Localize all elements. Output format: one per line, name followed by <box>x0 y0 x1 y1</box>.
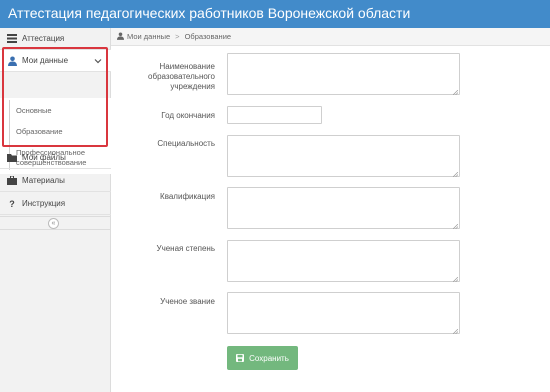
degree-label: Ученая степень <box>156 244 215 253</box>
breadcrumb-item-my-data[interactable]: Мои данные <box>127 32 170 41</box>
institution-label-line1: Наименование <box>159 62 215 71</box>
briefcase-icon <box>7 176 17 186</box>
sidebar-item-my-files[interactable]: Мои файлы <box>0 147 111 169</box>
folder-icon <box>7 153 17 163</box>
app-title: Аттестация педагогических работников Вор… <box>8 5 411 21</box>
sidebar-item-label: Мои файлы <box>22 153 66 162</box>
resize-grip-icon[interactable] <box>452 327 459 335</box>
sidebar-item-materials[interactable]: Материалы <box>0 170 111 192</box>
question-icon: ? <box>9 198 15 209</box>
year-label: Год окончания <box>161 111 215 120</box>
save-button[interactable]: Сохранить <box>227 346 298 370</box>
breadcrumb: Мои данные > Образование <box>111 28 550 46</box>
resize-grip-icon[interactable] <box>452 88 459 96</box>
sidebar-item-label: Аттестация <box>22 34 65 43</box>
resize-grip-icon[interactable] <box>452 222 459 230</box>
specialty-field[interactable] <box>227 135 460 178</box>
institution-label-line2: образовательного <box>148 72 215 81</box>
top-bar: Аттестация педагогических работников Вор… <box>0 0 550 28</box>
breadcrumb-item-education: Образование <box>184 32 232 41</box>
qualification-field[interactable] <box>227 187 460 230</box>
floppy-disk-icon <box>236 354 245 362</box>
institution-field[interactable] <box>227 53 460 96</box>
year-field[interactable] <box>227 106 322 124</box>
save-button-label: Сохранить <box>249 353 289 363</box>
sidebar-collapse-bar: « <box>0 216 111 230</box>
breadcrumb-separator: > <box>175 32 180 41</box>
degree-field[interactable] <box>227 240 460 283</box>
resize-grip-icon[interactable] <box>452 275 459 283</box>
sidebar-item-label: Инструкция <box>22 199 66 208</box>
collapse-sidebar-button[interactable]: « <box>48 218 59 229</box>
user-icon <box>117 32 124 42</box>
specialty-label: Специальность <box>157 139 215 148</box>
resize-grip-icon[interactable] <box>452 170 459 178</box>
server-icon <box>7 34 17 44</box>
institution-label-line3: учреждения <box>170 82 215 91</box>
qualification-label: Квалификация <box>160 192 215 201</box>
academic-title-label: Ученое звание <box>160 297 215 306</box>
academic-title-field[interactable] <box>227 292 460 335</box>
highlight-frame <box>2 47 108 147</box>
sidebar-item-label: Материалы <box>22 176 65 185</box>
